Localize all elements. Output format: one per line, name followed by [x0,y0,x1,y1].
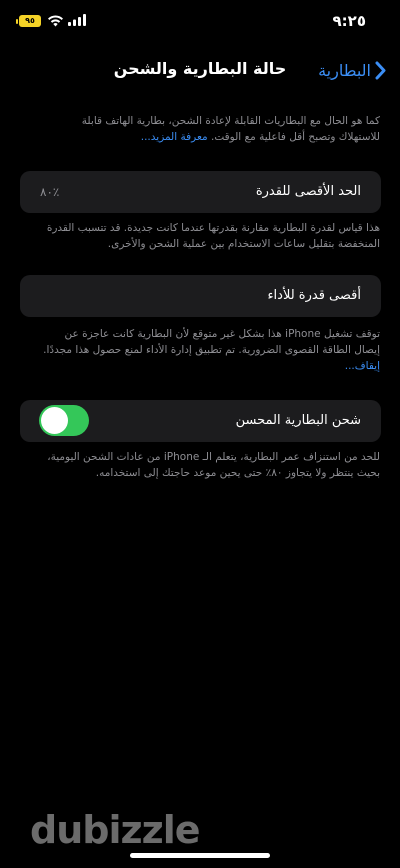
max-capacity-value: ٪٨٠ [40,185,60,199]
nav-bar: حالة البطارية والشحن البطارية [0,52,400,88]
battery-icon: ٩٥ [19,15,41,27]
max-capacity-group: الحد الأقصى للقدرة ٪٨٠ [20,171,381,213]
home-indicator[interactable] [130,853,270,858]
status-bar: ٩٥ ٩:٢٥ [0,0,400,44]
chevron-right-icon [375,61,386,79]
wifi-icon [48,15,63,27]
disable-link[interactable]: إيقاف... [345,360,380,372]
intro-body: كما هو الحال مع البطاريات القابلة لإعادة… [81,115,380,143]
peak-performance-label: أقصى قدرة للأداء [267,288,361,303]
toggle-knob [41,407,68,434]
optimized-charging-label: شحن البطارية المحسن [235,413,361,428]
peak-performance-row: أقصى قدرة للأداء [20,275,381,317]
intro-text: كما هو الحال مع البطاريات القابلة لإعادة… [40,113,380,145]
back-label: البطارية [318,60,371,80]
optimized-charging-group: شحن البطارية المحسن [20,400,381,442]
peak-performance-group: أقصى قدرة للأداء [20,275,381,317]
status-time: ٩:٢٥ [332,12,366,30]
learn-more-link[interactable]: معرفة المزيد... [141,131,208,143]
max-capacity-row: الحد الأقصى للقدرة ٪٨٠ [20,171,381,213]
optimized-charging-note: للحد من استنزاف عمر البطارية، يتعلم الـ … [47,451,380,479]
battery-nub [16,19,18,24]
peak-performance-note: توقف تشغيل iPhone هذا بشكل غير متوقع لأن… [43,328,380,356]
optimized-charging-toggle[interactable] [39,405,89,436]
max-capacity-label: الحد الأقصى للقدرة [255,184,361,199]
signal-icon [68,14,86,26]
optimized-charging-row: شحن البطارية المحسن [20,400,381,442]
back-button[interactable]: البطارية [318,57,386,83]
max-capacity-note: هذا قياس لقدرة البطارية مقارنة بقدرتها ع… [46,222,380,250]
peak-performance-note-block: توقف تشغيل iPhone هذا بشكل غير متوقع لأن… [40,326,380,374]
watermark-logo: dubizzle [30,808,201,852]
